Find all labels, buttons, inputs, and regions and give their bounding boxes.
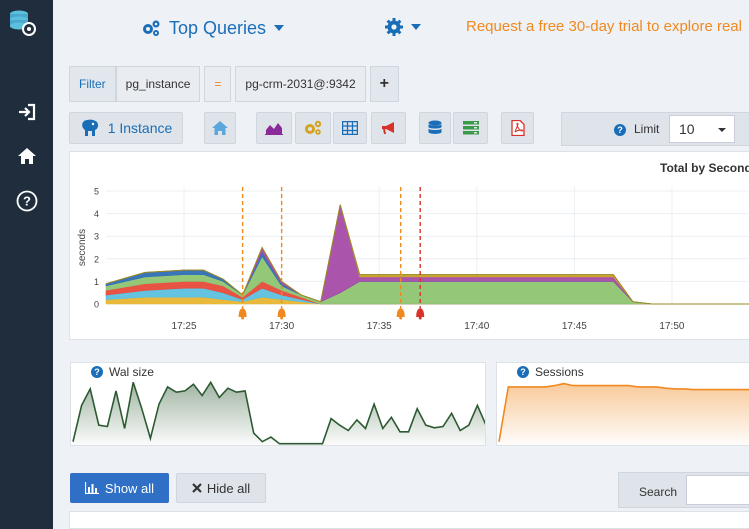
trial-promo-link[interactable]: Request a free 30-day trial to explore r… bbox=[466, 18, 749, 35]
hide-all-label: Hide all bbox=[206, 480, 251, 496]
svg-text:?: ? bbox=[23, 194, 31, 209]
x-tick-label: 17:50 bbox=[659, 321, 684, 332]
gear-icon bbox=[385, 18, 403, 36]
sessions-header: ? Sessions bbox=[517, 365, 584, 379]
pdf-export-button[interactable] bbox=[501, 112, 534, 144]
y-tick-label: 4 bbox=[94, 209, 99, 219]
bell-clapper bbox=[241, 316, 245, 320]
caret-down-icon bbox=[274, 25, 285, 31]
x-tick-label: 17:35 bbox=[367, 321, 392, 332]
main-chart[interactable]: 17:25 17:30 17:35 17:40 17:45 17:50 0 1 2 3 4 5 seco… bbox=[70, 152, 749, 340]
home-icon bbox=[212, 121, 228, 135]
y-tick-label: 2 bbox=[94, 254, 99, 264]
wal-size-title: Wal size bbox=[109, 365, 154, 379]
server-button[interactable] bbox=[453, 112, 488, 144]
settings-menu[interactable] bbox=[385, 16, 421, 38]
page-title: Top Queries bbox=[169, 17, 267, 38]
filter-field[interactable]: pg_instance bbox=[115, 66, 201, 102]
wal-size-header: ? Wal size bbox=[91, 365, 154, 379]
limit-label: Limit bbox=[634, 122, 660, 136]
y-tick-label: 3 bbox=[94, 232, 99, 242]
bar-chart-icon bbox=[84, 482, 99, 494]
bell-icon bbox=[238, 308, 247, 317]
search-label: Search bbox=[639, 485, 678, 499]
announcements-button[interactable] bbox=[371, 112, 406, 144]
search-control: Search bbox=[618, 472, 749, 508]
main-chart-panel: Total by Seconds 17:25 17:30 17:35 17:40 17:… bbox=[69, 151, 749, 340]
bullhorn-icon bbox=[381, 122, 394, 134]
chevron-down-icon bbox=[718, 128, 726, 132]
bell-clapper bbox=[280, 316, 284, 320]
app-logo-icon[interactable] bbox=[8, 8, 38, 38]
x-tick-label: 17:45 bbox=[562, 321, 587, 332]
caret-down-icon bbox=[411, 24, 421, 30]
limit-control: ? Limit 10 bbox=[561, 112, 749, 146]
search-input[interactable] bbox=[686, 475, 749, 505]
database-icon bbox=[428, 120, 442, 134]
sidebar: ? bbox=[0, 0, 53, 529]
area-chart-icon bbox=[265, 123, 283, 135]
sidebar-home-icon[interactable] bbox=[0, 136, 53, 176]
sidebar-login-icon[interactable] bbox=[0, 92, 53, 132]
bell-clapper bbox=[399, 316, 403, 320]
gears-icon bbox=[305, 120, 322, 135]
bell-icon bbox=[277, 308, 286, 317]
header: Top Queries Request a free 30-day trial … bbox=[53, 0, 749, 56]
limit-value: 10 bbox=[679, 121, 695, 137]
help-icon[interactable]: ? bbox=[517, 366, 529, 378]
database-button[interactable] bbox=[419, 112, 451, 144]
limit-select[interactable]: 10 bbox=[669, 115, 735, 143]
y-tick-label: 1 bbox=[94, 277, 99, 287]
query-list-panel bbox=[69, 511, 749, 529]
top-queries-menu[interactable]: Top Queries bbox=[141, 16, 285, 40]
server-icon bbox=[462, 121, 479, 135]
hide-all-button[interactable]: Hide all bbox=[176, 473, 266, 503]
add-filter-button[interactable]: + bbox=[369, 66, 399, 102]
close-icon bbox=[192, 483, 202, 493]
y-tick-label: 0 bbox=[94, 300, 99, 310]
sparkline-area bbox=[73, 382, 485, 445]
sessions-panel: ? Sessions bbox=[496, 362, 749, 446]
filter-label: Filter bbox=[69, 66, 116, 102]
help-icon[interactable]: ? bbox=[91, 366, 103, 378]
show-all-label: Show all bbox=[104, 480, 155, 496]
sparkline-area bbox=[499, 383, 749, 445]
help-icon[interactable]: ? bbox=[614, 124, 626, 136]
gears-button[interactable] bbox=[295, 112, 331, 144]
main-chart-title: Total by Seconds bbox=[660, 161, 749, 175]
x-tick-label: 17:25 bbox=[172, 321, 197, 332]
home-button[interactable] bbox=[204, 112, 236, 144]
table-button[interactable] bbox=[333, 112, 367, 144]
gears-icon bbox=[143, 20, 160, 36]
bell-clapper bbox=[418, 316, 422, 320]
instance-count-label: 1 Instance bbox=[107, 120, 173, 136]
elephant-icon bbox=[81, 119, 98, 136]
x-tick-label: 17:40 bbox=[464, 321, 489, 332]
filter-operator[interactable]: = bbox=[204, 66, 232, 102]
area-chart-button[interactable] bbox=[256, 112, 292, 144]
show-all-button[interactable]: Show all bbox=[70, 473, 169, 503]
x-tick-label: 17:30 bbox=[269, 321, 294, 332]
filter-value[interactable]: pg-crm-2031@:9342 bbox=[235, 66, 366, 102]
toolbar: 1 Instance ? Limit 10 bbox=[69, 112, 749, 146]
pdf-icon bbox=[510, 120, 525, 136]
filter-bar: Filter pg_instance = pg-crm-2031@:9342 + bbox=[69, 66, 399, 102]
instance-selector-button[interactable]: 1 Instance bbox=[69, 112, 183, 144]
bell-icon bbox=[396, 308, 405, 317]
y-tick-label: 5 bbox=[94, 187, 99, 197]
y-axis-label: seconds bbox=[77, 229, 88, 266]
wal-size-panel: ? Wal size bbox=[70, 362, 486, 446]
sessions-title: Sessions bbox=[535, 365, 584, 379]
table-icon bbox=[342, 121, 358, 135]
sidebar-help-icon[interactable]: ? bbox=[0, 181, 53, 221]
bell-icon bbox=[416, 308, 425, 317]
